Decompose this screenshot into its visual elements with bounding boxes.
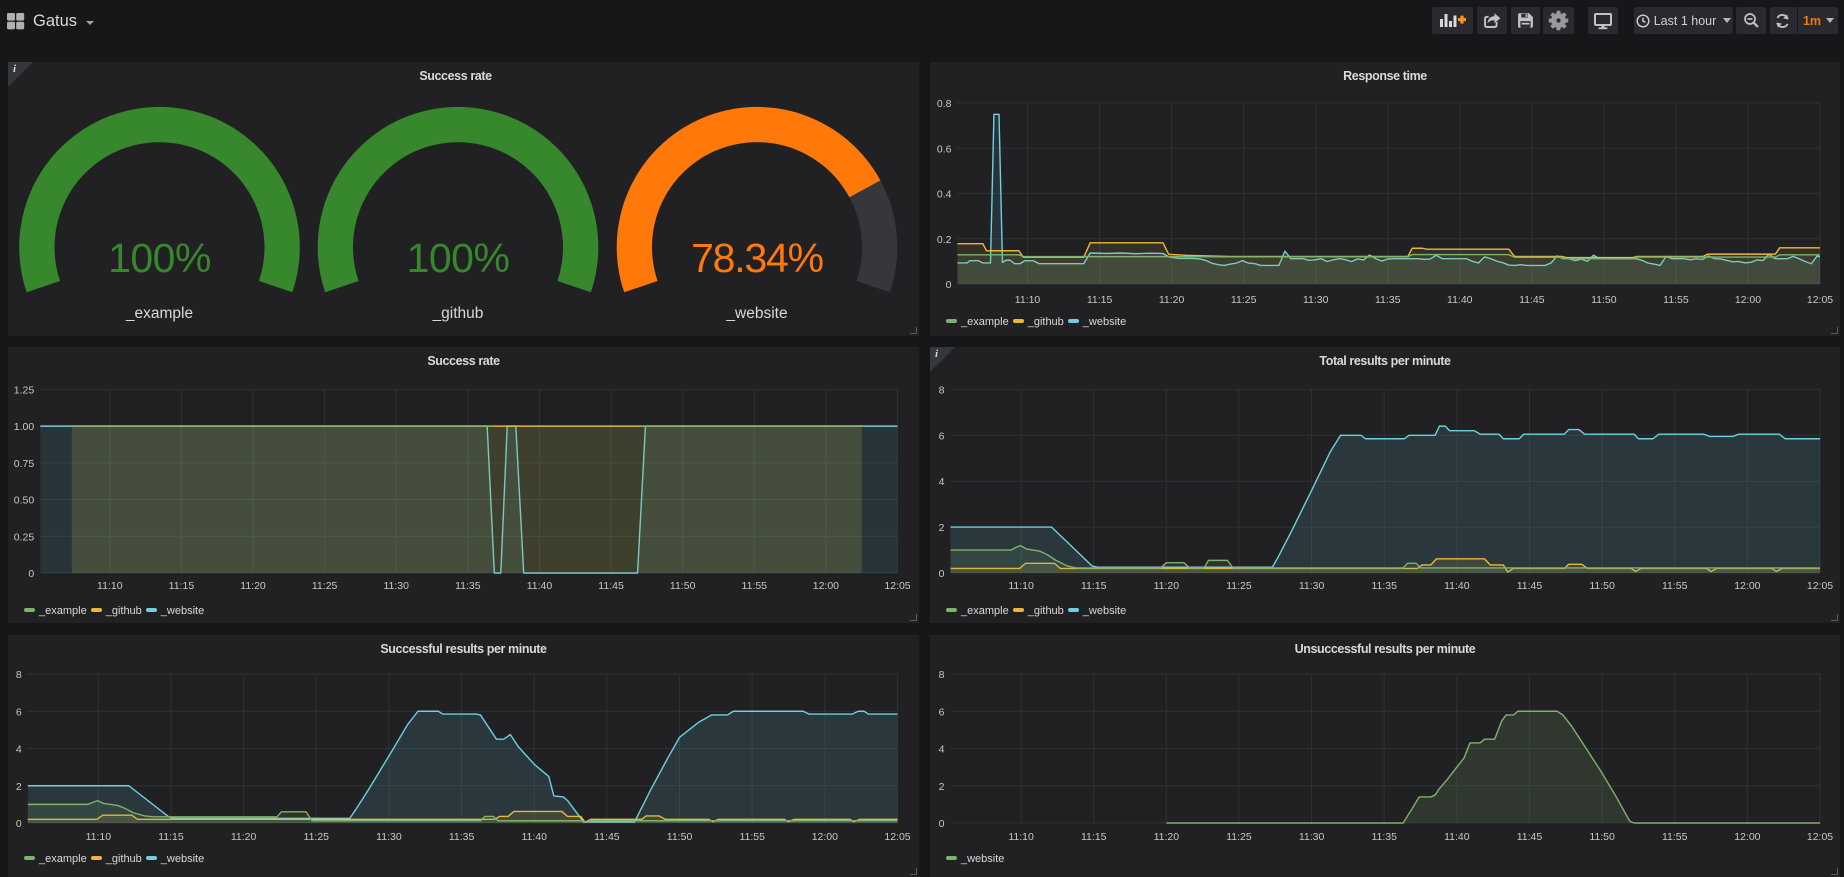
svg-text:11:45: 11:45 [594, 831, 620, 843]
svg-text:78.34%: 78.34% [691, 235, 823, 281]
svg-text:4: 4 [16, 744, 22, 756]
svg-text:11:25: 11:25 [1226, 580, 1252, 592]
svg-text:11:35: 11:35 [455, 580, 481, 592]
svg-text:11:40: 11:40 [1444, 580, 1470, 592]
svg-text:11:35: 11:35 [1371, 580, 1397, 592]
svg-text:11:35: 11:35 [1371, 831, 1397, 843]
svg-text:11:35: 11:35 [449, 831, 475, 843]
svg-text:11:30: 11:30 [1303, 294, 1329, 306]
svg-text:11:10: 11:10 [86, 831, 112, 843]
svg-text:11:15: 11:15 [169, 580, 195, 592]
svg-text:6: 6 [939, 706, 945, 718]
svg-text:12:05: 12:05 [1807, 294, 1833, 306]
svg-text:11:45: 11:45 [1517, 831, 1543, 843]
svg-text:11:40: 11:40 [1447, 294, 1473, 306]
svg-text:6: 6 [16, 706, 22, 718]
svg-text:4: 4 [939, 476, 945, 488]
svg-text:0: 0 [16, 818, 22, 830]
svg-text:8: 8 [939, 384, 945, 396]
svg-text:11:20: 11:20 [1159, 294, 1185, 306]
svg-text:1.25: 1.25 [14, 384, 35, 396]
svg-text:0.25: 0.25 [14, 531, 35, 543]
svg-text:12:05: 12:05 [1807, 580, 1833, 592]
svg-text:2: 2 [939, 781, 945, 793]
svg-text:11:55: 11:55 [1662, 580, 1688, 592]
svg-text:11:10: 11:10 [1015, 294, 1041, 306]
svg-text:12:00: 12:00 [813, 580, 839, 592]
svg-text:0: 0 [946, 279, 952, 291]
svg-text:11:50: 11:50 [1589, 831, 1615, 843]
svg-text:8: 8 [16, 669, 22, 681]
svg-text:11:30: 11:30 [1299, 580, 1325, 592]
svg-text:11:50: 11:50 [1589, 580, 1615, 592]
svg-text:0: 0 [939, 568, 945, 580]
svg-text:11:20: 11:20 [1154, 831, 1180, 843]
svg-text:_example: _example [125, 305, 193, 322]
svg-text:11:40: 11:40 [521, 831, 547, 843]
svg-text:11:25: 11:25 [304, 831, 330, 843]
svg-text:11:45: 11:45 [1517, 580, 1543, 592]
svg-text:12:05: 12:05 [1807, 831, 1833, 843]
svg-text:0: 0 [28, 568, 34, 580]
svg-text:11:30: 11:30 [383, 580, 409, 592]
svg-text:11:50: 11:50 [667, 831, 693, 843]
svg-text:11:55: 11:55 [1663, 294, 1689, 306]
svg-text:11:20: 11:20 [231, 831, 257, 843]
svg-text:11:15: 11:15 [1081, 580, 1107, 592]
svg-text:12:00: 12:00 [1734, 580, 1760, 592]
svg-text:_website: _website [725, 305, 787, 322]
svg-text:0: 0 [939, 818, 945, 830]
svg-text:11:10: 11:10 [1008, 580, 1034, 592]
svg-text:2: 2 [16, 781, 22, 793]
svg-text:4: 4 [939, 744, 945, 756]
svg-text:11:10: 11:10 [1008, 831, 1034, 843]
svg-text:11:55: 11:55 [1662, 831, 1688, 843]
svg-text:0.2: 0.2 [937, 234, 952, 246]
svg-text:11:45: 11:45 [598, 580, 624, 592]
svg-text:2: 2 [939, 522, 945, 534]
svg-text:12:00: 12:00 [812, 831, 838, 843]
svg-text:1.00: 1.00 [14, 421, 35, 433]
svg-text:0.50: 0.50 [14, 495, 35, 507]
svg-text:0.75: 0.75 [14, 458, 35, 470]
svg-text:11:10: 11:10 [97, 580, 123, 592]
svg-text:11:15: 11:15 [1081, 831, 1107, 843]
svg-text:12:05: 12:05 [884, 831, 910, 843]
svg-text:11:30: 11:30 [1299, 831, 1325, 843]
svg-text:11:25: 11:25 [1226, 831, 1252, 843]
svg-text:11:40: 11:40 [527, 580, 553, 592]
svg-text:11:30: 11:30 [376, 831, 402, 843]
svg-text:12:00: 12:00 [1734, 831, 1760, 843]
svg-text:11:25: 11:25 [312, 580, 338, 592]
svg-text:6: 6 [939, 430, 945, 442]
svg-text:11:55: 11:55 [742, 580, 768, 592]
svg-text:0.8: 0.8 [937, 98, 952, 110]
svg-text:11:20: 11:20 [240, 580, 266, 592]
svg-text:12:00: 12:00 [1735, 294, 1761, 306]
svg-text:11:15: 11:15 [158, 831, 184, 843]
svg-text:8: 8 [939, 669, 945, 681]
svg-text:0.4: 0.4 [937, 189, 952, 201]
svg-text:11:15: 11:15 [1087, 294, 1113, 306]
svg-text:11:50: 11:50 [670, 580, 696, 592]
svg-text:_github: _github [432, 305, 484, 322]
svg-text:11:35: 11:35 [1375, 294, 1401, 306]
svg-text:0.6: 0.6 [937, 143, 952, 155]
svg-text:12:05: 12:05 [884, 580, 910, 592]
svg-text:11:20: 11:20 [1154, 580, 1180, 592]
svg-text:11:50: 11:50 [1591, 294, 1617, 306]
svg-text:11:25: 11:25 [1231, 294, 1257, 306]
svg-text:11:40: 11:40 [1444, 831, 1470, 843]
svg-text:100%: 100% [407, 235, 510, 281]
svg-text:11:45: 11:45 [1519, 294, 1545, 306]
svg-text:11:55: 11:55 [739, 831, 765, 843]
svg-text:100%: 100% [108, 235, 211, 281]
